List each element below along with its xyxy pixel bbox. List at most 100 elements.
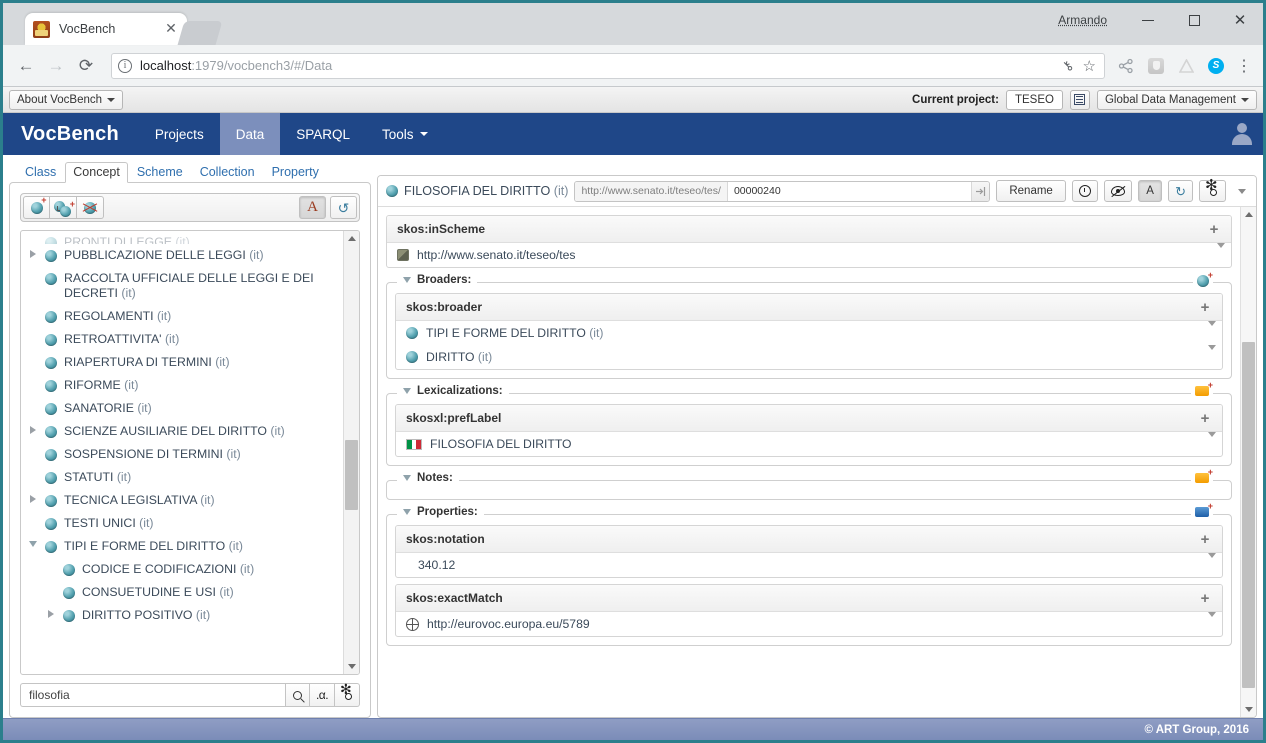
new-tab-button[interactable] xyxy=(177,21,223,45)
close-icon[interactable]: ✕ xyxy=(163,21,179,37)
value-menu-button[interactable] xyxy=(1208,321,1216,340)
maximize-button[interactable] xyxy=(1171,4,1217,36)
forward-button[interactable]: → xyxy=(41,51,71,81)
refresh-tree-button[interactable]: ↺ xyxy=(330,196,357,219)
tree-expander[interactable] xyxy=(45,608,56,618)
search-input[interactable] xyxy=(20,683,285,707)
section-legend[interactable]: Notes: xyxy=(397,472,459,484)
property-value-row[interactable]: http://eurovoc.europa.eu/5789 xyxy=(396,612,1222,636)
tree-expander[interactable] xyxy=(27,539,38,547)
section-legend[interactable]: Broaders: xyxy=(397,274,478,286)
add-value-button[interactable]: + xyxy=(1194,408,1216,428)
tree-row[interactable]: SCIENZE AUSILIARIE DEL DIRITTO (it) xyxy=(21,420,343,443)
scroll-track[interactable] xyxy=(1241,222,1256,702)
search-settings-button[interactable] xyxy=(335,682,360,707)
tree-expander[interactable] xyxy=(27,424,38,434)
concept-tree-list[interactable]: PRONTI DI LEGGE (it) PUBBLICAZIONE DELLE … xyxy=(21,231,343,674)
chevron-right-icon[interactable] xyxy=(29,426,36,434)
tree-row[interactable]: SANATORIE (it) xyxy=(21,397,343,420)
tab-scheme[interactable]: Scheme xyxy=(129,162,191,182)
value-menu-button[interactable] xyxy=(1208,553,1216,572)
close-window-button[interactable]: ✕ xyxy=(1217,4,1263,36)
browser-tab[interactable]: VocBench ✕ xyxy=(25,13,187,45)
property-value-row[interactable]: DIRITTO (it) xyxy=(396,345,1222,369)
drive-extension-icon[interactable] xyxy=(1173,53,1199,79)
skype-extension-icon[interactable]: S xyxy=(1203,53,1229,79)
tree-scrollbar[interactable] xyxy=(343,231,359,674)
user-avatar[interactable] xyxy=(1221,113,1263,155)
delete-concept-button[interactable] xyxy=(77,196,104,219)
page-info-icon[interactable]: i xyxy=(118,58,132,73)
chevron-down-icon[interactable] xyxy=(403,509,411,515)
scroll-down-button[interactable] xyxy=(1244,702,1253,717)
add-value-button[interactable]: + xyxy=(1194,297,1216,317)
property-value-row[interactable]: http://www.senato.it/teseo/tes xyxy=(387,243,1231,267)
create-narrower-button[interactable] xyxy=(50,196,77,219)
property-value-row[interactable]: FILOSOFIA DEL DIRITTO xyxy=(396,432,1222,456)
chevron-down-icon[interactable] xyxy=(403,475,411,481)
tab-class[interactable]: Class xyxy=(17,162,64,182)
add-concept-badge-icon[interactable] xyxy=(1197,270,1213,287)
nav-item-sparql[interactable]: SPARQL xyxy=(280,113,366,155)
resource-more-button[interactable] xyxy=(1232,180,1252,202)
add-label-badge-icon[interactable] xyxy=(1195,467,1213,483)
chevron-right-icon[interactable] xyxy=(29,250,36,258)
toggle-labels-button[interactable]: A xyxy=(299,196,326,219)
uri-edit-icon[interactable] xyxy=(971,181,990,201)
chevron-down-icon[interactable] xyxy=(28,541,37,547)
value-menu-button[interactable] xyxy=(1217,243,1225,262)
search-button[interactable] xyxy=(285,683,310,707)
tab-property[interactable]: Property xyxy=(264,162,327,182)
chevron-right-icon[interactable] xyxy=(47,610,54,618)
tree-row[interactable]: RETROATTIVITA' (it) xyxy=(21,328,343,351)
about-vocbench-button[interactable]: About VocBench xyxy=(9,89,124,110)
tree-row[interactable]: PUBBLICAZIONE DELLE LEGGI (it) xyxy=(21,244,343,267)
tree-row[interactable]: DIRITTO POSITIVO (it) xyxy=(21,604,343,627)
scroll-up-button[interactable] xyxy=(1244,207,1253,222)
scroll-thumb[interactable] xyxy=(1242,342,1255,688)
section-legend[interactable]: Lexicalizations: xyxy=(397,385,509,397)
chevron-down-icon[interactable] xyxy=(403,277,411,283)
section-legend[interactable]: Properties: xyxy=(397,506,484,518)
password-key-icon[interactable]: ⚷ xyxy=(1059,56,1077,74)
property-value-row[interactable]: 340.12 xyxy=(396,553,1222,577)
refresh-resource-button[interactable]: ↻ xyxy=(1168,180,1193,202)
chevron-down-icon[interactable] xyxy=(403,388,411,394)
tree-row[interactable]: TIPI E FORME DEL DIRITTO (it) xyxy=(21,535,343,558)
browser-menu-icon[interactable]: ⋮ xyxy=(1233,56,1255,76)
bookmark-star-icon[interactable]: ☆ xyxy=(1083,57,1096,75)
tree-row[interactable]: TESTI UNICI (it) xyxy=(21,512,343,535)
share-icon[interactable] xyxy=(1113,53,1139,79)
scroll-thumb[interactable] xyxy=(345,440,358,511)
tree-expander[interactable] xyxy=(27,248,38,258)
tree-expander[interactable] xyxy=(27,493,38,503)
rename-button[interactable]: Rename xyxy=(996,180,1067,202)
property-value-row[interactable]: TIPI E FORME DEL DIRITTO (it) xyxy=(396,321,1222,345)
history-button[interactable] xyxy=(1072,180,1099,202)
chevron-right-icon[interactable] xyxy=(29,495,36,503)
tree-row-partial[interactable]: PRONTI DI LEGGE (it) xyxy=(21,235,343,244)
add-property-badge-icon[interactable] xyxy=(1195,501,1213,517)
alpha-search-button[interactable]: .α. xyxy=(310,683,335,707)
validation-button[interactable] xyxy=(1104,180,1133,202)
tree-row[interactable]: STATUTI (it) xyxy=(21,466,343,489)
nav-item-data[interactable]: Data xyxy=(219,113,281,155)
tab-concept[interactable]: Concept xyxy=(65,162,128,183)
role-selector-button[interactable]: Global Data Management xyxy=(1096,89,1257,110)
tree-row[interactable]: TECNICA LEGISLATIVA (it) xyxy=(21,489,343,512)
scroll-track[interactable] xyxy=(344,246,359,659)
scroll-down-button[interactable] xyxy=(347,659,356,674)
tree-row[interactable]: RIAPERTURA DI TERMINI (it) xyxy=(21,351,343,374)
value-menu-button[interactable] xyxy=(1208,345,1216,364)
section-add-badge[interactable] xyxy=(1191,467,1213,483)
resource-settings-button[interactable] xyxy=(1199,178,1226,202)
nav-item-tools[interactable]: Tools xyxy=(366,113,444,155)
value-menu-button[interactable] xyxy=(1208,612,1216,631)
toggle-labels-button-resource[interactable]: A xyxy=(1138,180,1163,202)
resource-uri-field[interactable]: http://www.senato.it/teseo/tes/ 00000240 xyxy=(574,180,991,202)
scroll-up-button[interactable] xyxy=(347,231,356,246)
resource-scrollbar[interactable] xyxy=(1240,207,1256,717)
add-label-badge-icon[interactable] xyxy=(1195,380,1213,396)
project-list-button[interactable] xyxy=(1069,89,1090,110)
add-value-button[interactable]: + xyxy=(1194,588,1216,608)
